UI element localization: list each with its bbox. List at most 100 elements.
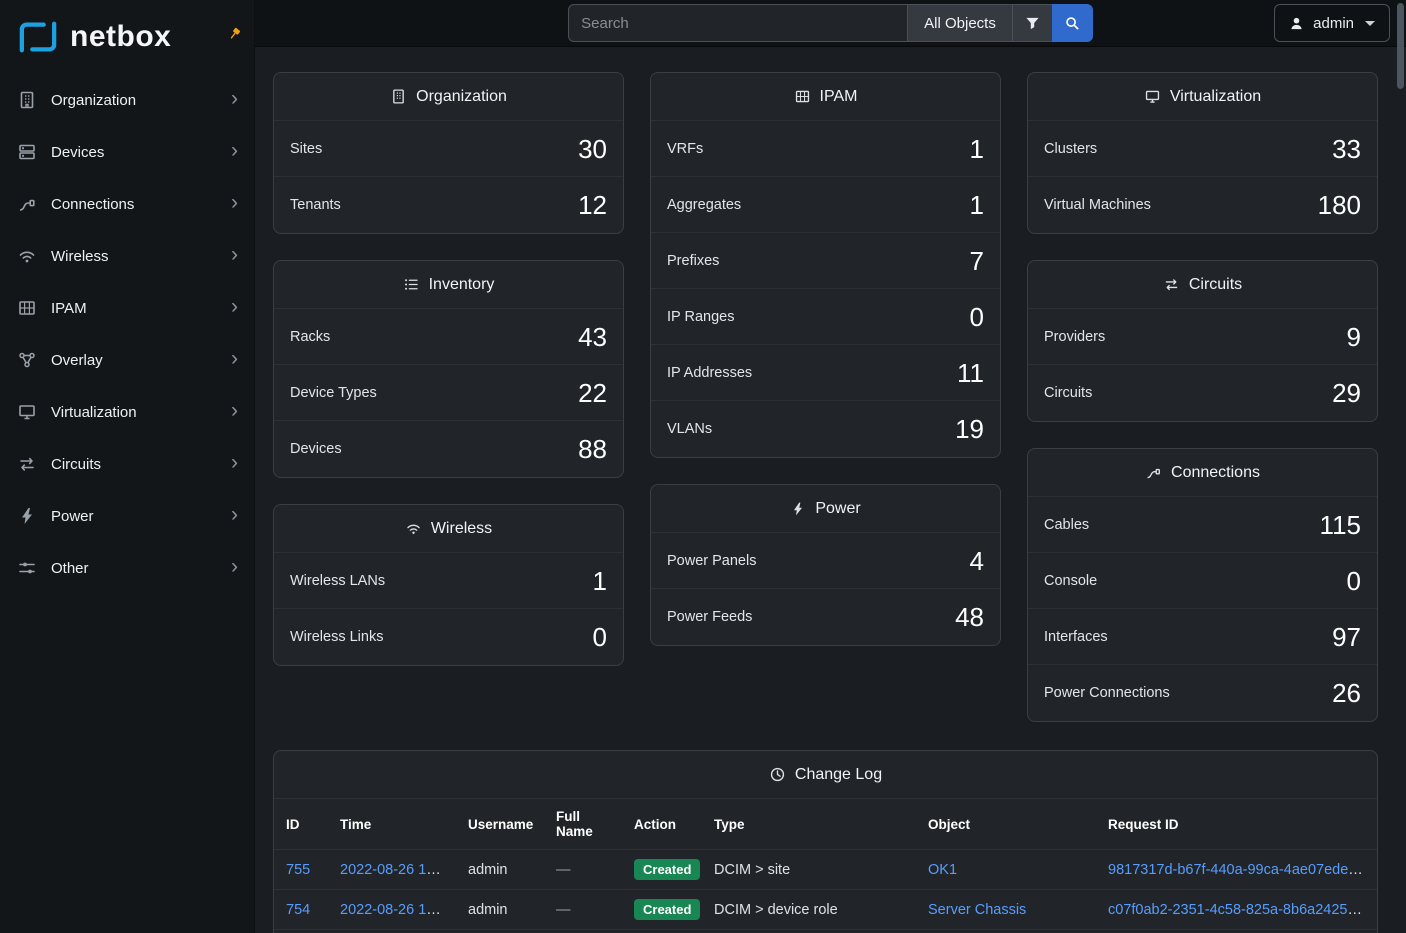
stat-row-aggregates[interactable]: Aggregates 1 xyxy=(651,177,1000,233)
stat-value: 19 xyxy=(955,413,984,445)
stat-value: 1 xyxy=(593,565,607,597)
stat-row-circuits[interactable]: Circuits 29 xyxy=(1028,365,1377,421)
stat-label: Aggregates xyxy=(667,197,741,213)
card-title: IPAM xyxy=(820,88,858,106)
stat-row-power-connections[interactable]: Power Connections 26 xyxy=(1028,665,1377,721)
card-power: Power Power Panels 4 Power Feeds 48 xyxy=(650,484,1001,646)
sliders-icon xyxy=(16,558,38,578)
stat-label: Clusters xyxy=(1044,141,1097,157)
stat-row-tenants[interactable]: Tenants 12 xyxy=(274,177,623,233)
sidebar-item-overlay[interactable]: Overlay › xyxy=(0,334,254,386)
app-shell: netbox Organization › xyxy=(0,0,1406,933)
stat-row-interfaces[interactable]: Interfaces 97 xyxy=(1028,609,1377,665)
request-id-link[interactable]: c07f0ab2-2351-4c58-825a-8b6a2425a1ab xyxy=(1108,902,1377,918)
sidebar-item-ipam[interactable]: IPAM › xyxy=(0,282,254,334)
col-time: Time xyxy=(328,799,456,850)
sidebar-item-label: Connections xyxy=(51,196,218,213)
stat-row-power-panels[interactable]: Power Panels 4 xyxy=(651,533,1000,589)
stat-row-wireless-lans[interactable]: Wireless LANs 1 xyxy=(274,553,623,609)
stat-row-ip-addresses[interactable]: IP Addresses 11 xyxy=(651,345,1000,401)
stat-label: Sites xyxy=(290,141,322,157)
card-header: Circuits xyxy=(1028,261,1377,309)
stat-row-virtual-machines[interactable]: Virtual Machines 180 xyxy=(1028,177,1377,233)
stat-row-sites[interactable]: Sites 30 xyxy=(274,121,623,177)
dashboard-columns: Organization Sites 30 Tenants 12 xyxy=(273,72,1378,722)
stat-label: Power Feeds xyxy=(667,609,752,625)
sidebar-item-power[interactable]: Power › xyxy=(0,490,254,542)
stat-row-prefixes[interactable]: Prefixes 7 xyxy=(651,233,1000,289)
search-input[interactable] xyxy=(568,4,908,42)
card-title: Inventory xyxy=(429,276,495,294)
object-type-dropdown[interactable]: All Objects xyxy=(907,4,1013,42)
change-time-link[interactable]: 2022-08-26 14:17 xyxy=(340,902,455,918)
change-time-link[interactable]: 2022-08-26 14:22 xyxy=(340,862,455,878)
filter-button[interactable] xyxy=(1012,4,1053,42)
stat-label: Power Panels xyxy=(667,553,756,569)
wifi-icon xyxy=(16,246,38,266)
card-wireless: Wireless Wireless LANs 1 Wireless Links … xyxy=(273,504,624,666)
stat-row-vlans[interactable]: VLANs 19 xyxy=(651,401,1000,457)
sidebar-item-other[interactable]: Other › xyxy=(0,542,254,594)
change-id-link[interactable]: 754 xyxy=(286,902,310,918)
stat-row-providers[interactable]: Providers 9 xyxy=(1028,309,1377,365)
sidebar-item-organization[interactable]: Organization › xyxy=(0,74,254,126)
object-link[interactable]: Server Chassis xyxy=(928,902,1026,918)
change-id-link[interactable]: 755 xyxy=(286,862,310,878)
chevron-right-icon: › xyxy=(231,192,238,216)
stat-row-clusters[interactable]: Clusters 33 xyxy=(1028,121,1377,177)
request-id-link[interactable]: 9817317d-b67f-440a-99ca-4ae07ede94df xyxy=(1108,862,1376,878)
brand[interactable]: netbox xyxy=(0,0,254,70)
stat-row-power-feeds[interactable]: Power Feeds 48 xyxy=(651,589,1000,645)
card-title: Organization xyxy=(416,88,507,106)
stat-row-racks[interactable]: Racks 43 xyxy=(274,309,623,365)
chevron-right-icon: › xyxy=(231,452,238,476)
stat-value: 7 xyxy=(970,245,984,277)
sidebar-nav: Organization › Devices › Connections › xyxy=(0,70,254,594)
card-header: Change Log xyxy=(274,751,1377,799)
ip-grid-icon xyxy=(16,298,38,318)
action-badge: Created xyxy=(634,859,700,880)
stat-label: Cables xyxy=(1044,517,1089,533)
pin-sidebar-icon[interactable] xyxy=(226,26,244,44)
sidebar-item-label: Overlay xyxy=(51,352,218,369)
object-link[interactable]: OK1 xyxy=(928,862,957,878)
person-icon xyxy=(1289,16,1304,31)
vertical-scrollbar[interactable] xyxy=(1397,3,1404,89)
sidebar-item-label: Devices xyxy=(51,144,218,161)
sidebar-item-devices[interactable]: Devices › xyxy=(0,126,254,178)
stat-row-ip-ranges[interactable]: IP Ranges 0 xyxy=(651,289,1000,345)
stat-value: 1 xyxy=(970,189,984,221)
stat-value: 4 xyxy=(970,545,984,577)
topbar: All Objects admin xyxy=(255,0,1406,47)
stat-value: 1 xyxy=(970,133,984,165)
dashboard-column-1: Organization Sites 30 Tenants 12 xyxy=(273,72,624,722)
sidebar-item-label: IPAM xyxy=(51,300,218,317)
stat-value: 22 xyxy=(578,377,607,409)
stat-row-devices[interactable]: Devices 88 xyxy=(274,421,623,477)
stat-label: Racks xyxy=(290,329,330,345)
bolt-icon xyxy=(790,501,806,517)
history-icon xyxy=(769,766,786,783)
user-menu-button[interactable]: admin xyxy=(1274,4,1390,42)
stat-label: IP Addresses xyxy=(667,365,752,381)
sidebar-item-virtualization[interactable]: Virtualization › xyxy=(0,386,254,438)
stat-row-cables[interactable]: Cables 115 xyxy=(1028,497,1377,553)
stat-row-wireless-links[interactable]: Wireless Links 0 xyxy=(274,609,623,665)
stat-row-device-types[interactable]: Device Types 22 xyxy=(274,365,623,421)
transfer-icon xyxy=(16,454,38,474)
stat-value: 88 xyxy=(578,433,607,465)
sidebar-item-circuits[interactable]: Circuits › xyxy=(0,438,254,490)
stat-value: 29 xyxy=(1332,377,1361,409)
stat-label: Devices xyxy=(290,441,342,457)
changelog-row: 754 2022-08-26 14:17 admin — Created DCI… xyxy=(274,890,1377,930)
sidebar-item-connections[interactable]: Connections › xyxy=(0,178,254,230)
wifi-icon xyxy=(405,520,422,537)
stat-row-console[interactable]: Console 0 xyxy=(1028,553,1377,609)
stat-row-vrfs[interactable]: VRFs 1 xyxy=(651,121,1000,177)
stat-label: VRFs xyxy=(667,141,703,157)
search-submit-button[interactable] xyxy=(1052,4,1093,42)
dashboard-column-2: IPAM VRFs 1 Aggregates 1 Prefixes 7 xyxy=(650,72,1001,722)
sidebar-item-wireless[interactable]: Wireless › xyxy=(0,230,254,282)
card-header: Organization xyxy=(274,73,623,121)
card-connections: Connections Cables 115 Console 0 Interfa… xyxy=(1027,448,1378,722)
